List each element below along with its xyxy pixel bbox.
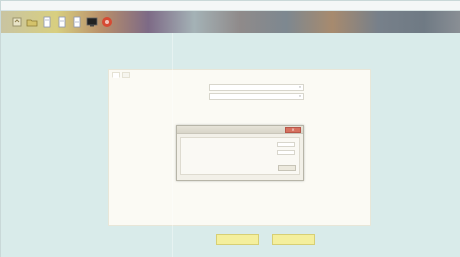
toolbar-copy-button[interactable] [71,16,83,28]
dialog-titlebar: × [177,126,303,134]
folder-icon [26,19,38,27]
document-icon [58,16,66,28]
dialog-input-2[interactable] [277,150,295,155]
form-row-2-select[interactable]: ▾ [209,92,304,100]
document-icon [73,16,81,28]
tab-second[interactable] [122,72,130,78]
dialog-input-1[interactable] [277,142,295,147]
form-row-1: ▾ [192,83,304,91]
chevron-down-icon: ▾ [299,94,301,98]
workspace-area: ▾ ▾ × [1,33,460,257]
document-icon [43,16,51,28]
dialog-action-button[interactable] [278,165,296,171]
menu-bar [1,1,460,11]
tab-first[interactable] [112,72,120,78]
footer-left-button[interactable] [216,234,259,245]
toolbar-monitor-button[interactable] [86,16,98,28]
toolbar-tool-button[interactable] [11,16,23,28]
chevron-down-icon: ▾ [299,85,301,89]
monitor-icon [86,17,98,27]
panel-tabs [112,72,130,78]
tool-icon [12,17,22,27]
modal-dialog: × [176,125,304,181]
toolbar-save-button[interactable] [56,16,68,28]
form-row-1-select[interactable]: ▾ [209,83,304,91]
form-row-2: ▾ [192,92,304,100]
toolbar-new-button[interactable] [41,16,53,28]
toolbar-open-button[interactable] [26,16,38,28]
footer-right-button[interactable] [272,234,315,245]
vertical-divider [172,33,173,257]
dialog-body [180,137,300,175]
toolbar-stop-button[interactable] [101,16,113,28]
toolbar [1,11,460,33]
close-icon: × [291,127,295,132]
close-button[interactable]: × [285,127,301,133]
stop-icon [102,17,112,27]
application-window: ▾ ▾ × [0,0,460,257]
